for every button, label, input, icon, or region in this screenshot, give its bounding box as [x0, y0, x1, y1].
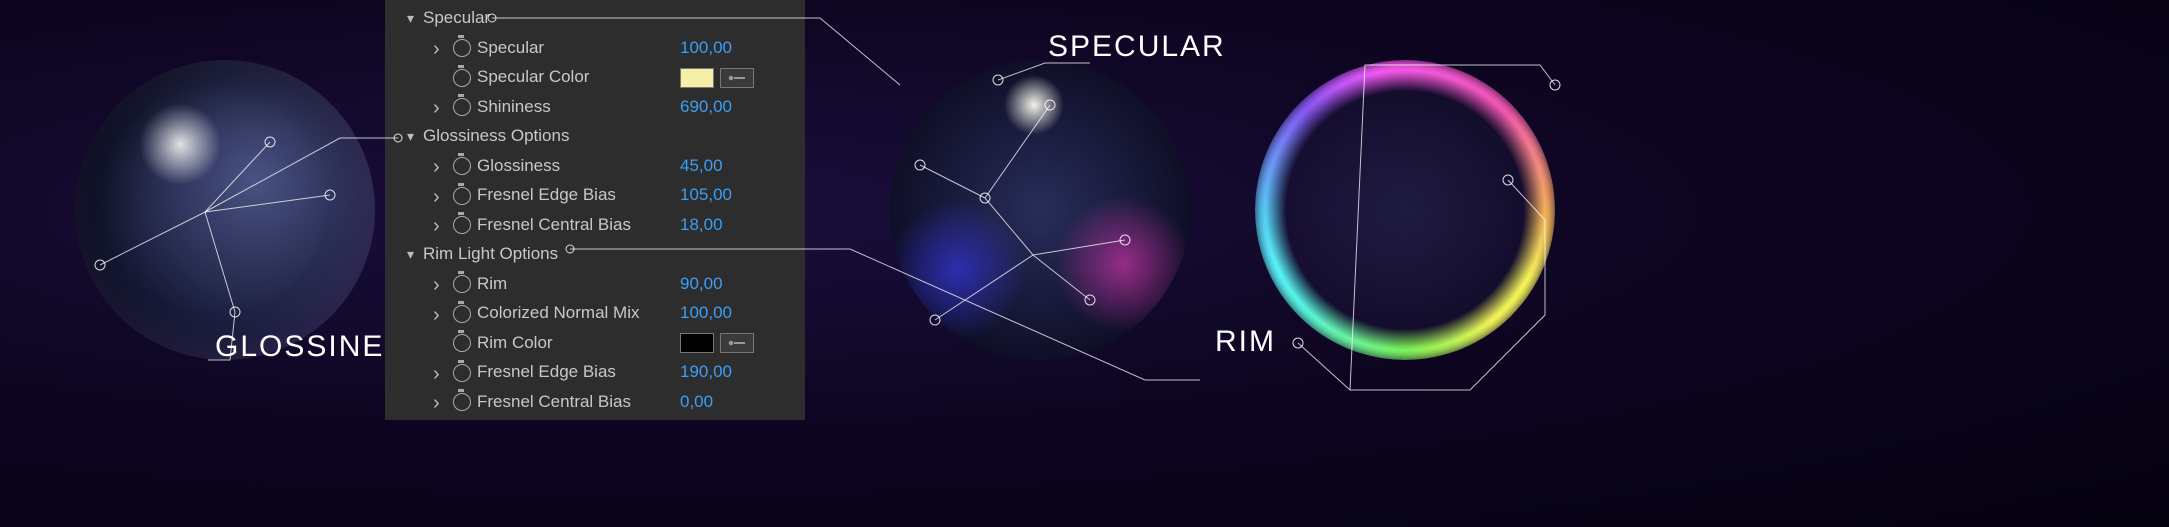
stopwatch-icon[interactable] [453, 364, 471, 382]
prop-label: Fresnel Central Bias [477, 393, 631, 412]
prop-label: Specular [477, 39, 544, 58]
group-rim-light[interactable]: Rim Light Options [385, 240, 805, 270]
preview-sphere-rim [1255, 60, 1555, 360]
prop-specular-color[interactable]: Specular Color [385, 63, 805, 93]
twirl-right-icon[interactable] [433, 214, 449, 236]
twirl-right-icon[interactable] [433, 185, 449, 207]
label-rim: RIM [1215, 325, 1276, 359]
prop-fresnel-central-bias-g[interactable]: Fresnel Central Bias 18,00 [385, 211, 805, 241]
twirl-right-icon[interactable] [433, 391, 449, 413]
prop-value[interactable]: 100,00 [680, 304, 732, 323]
prop-specular[interactable]: Specular 100,00 [385, 34, 805, 64]
prop-value[interactable]: 690,00 [680, 98, 732, 117]
effects-properties-panel: Specular Specular 100,00 Specular Color … [385, 0, 805, 420]
prop-rim-color[interactable]: Rim Color [385, 329, 805, 359]
group-label: Specular [423, 9, 490, 28]
preview-sphere-glossiness [75, 60, 375, 360]
twirl-down-icon[interactable] [407, 247, 423, 262]
preview-sphere-specular [890, 60, 1190, 360]
prop-value[interactable]: 18,00 [680, 216, 723, 235]
stopwatch-icon[interactable] [453, 69, 471, 87]
twirl-down-icon[interactable] [407, 11, 423, 26]
group-label: Glossiness Options [423, 127, 569, 146]
stopwatch-icon[interactable] [453, 393, 471, 411]
prop-label: Glossiness [477, 157, 560, 176]
stopwatch-icon[interactable] [453, 216, 471, 234]
prop-label: Rim [477, 275, 507, 294]
twirl-right-icon[interactable] [433, 37, 449, 59]
twirl-right-icon[interactable] [433, 273, 449, 295]
stopwatch-icon[interactable] [453, 157, 471, 175]
twirl-right-icon[interactable] [433, 96, 449, 118]
prop-label: Colorized Normal Mix [477, 304, 639, 323]
prop-value[interactable]: 100,00 [680, 39, 732, 58]
prop-value[interactable]: 105,00 [680, 186, 732, 205]
stopwatch-icon[interactable] [453, 39, 471, 57]
twirl-right-icon[interactable] [433, 362, 449, 384]
eyedropper-icon[interactable] [720, 68, 754, 88]
prop-label: Fresnel Edge Bias [477, 186, 616, 205]
prop-value[interactable]: 190,00 [680, 363, 732, 382]
stopwatch-icon[interactable] [453, 98, 471, 116]
group-specular[interactable]: Specular [385, 4, 805, 34]
color-swatch[interactable] [680, 68, 714, 88]
prop-label: Fresnel Central Bias [477, 216, 631, 235]
prop-shininess[interactable]: Shininess 690,00 [385, 93, 805, 123]
prop-fresnel-edge-bias-r[interactable]: Fresnel Edge Bias 190,00 [385, 358, 805, 388]
prop-label: Shininess [477, 98, 551, 117]
group-glossiness[interactable]: Glossiness Options [385, 122, 805, 152]
label-specular: SPECULAR [1048, 30, 1226, 64]
twirl-right-icon[interactable] [433, 303, 449, 325]
prop-value[interactable]: 45,00 [680, 157, 723, 176]
stopwatch-icon[interactable] [453, 334, 471, 352]
prop-fresnel-edge-bias-g[interactable]: Fresnel Edge Bias 105,00 [385, 181, 805, 211]
prop-label: Rim Color [477, 334, 553, 353]
twirl-down-icon[interactable] [407, 129, 423, 144]
group-label: Rim Light Options [423, 245, 558, 264]
prop-value[interactable]: 90,00 [680, 275, 723, 294]
prop-label: Specular Color [477, 68, 589, 87]
color-swatch[interactable] [680, 333, 714, 353]
twirl-right-icon[interactable] [433, 155, 449, 177]
prop-fresnel-central-bias-r[interactable]: Fresnel Central Bias 0,00 [385, 388, 805, 418]
prop-rim[interactable]: Rim 90,00 [385, 270, 805, 300]
prop-glossiness[interactable]: Glossiness 45,00 [385, 152, 805, 182]
eyedropper-icon[interactable] [720, 333, 754, 353]
prop-colorized-normal-mix[interactable]: Colorized Normal Mix 100,00 [385, 299, 805, 329]
stopwatch-icon[interactable] [453, 305, 471, 323]
prop-label: Fresnel Edge Bias [477, 363, 616, 382]
stopwatch-icon[interactable] [453, 275, 471, 293]
stopwatch-icon[interactable] [453, 187, 471, 205]
prop-value[interactable]: 0,00 [680, 393, 713, 412]
